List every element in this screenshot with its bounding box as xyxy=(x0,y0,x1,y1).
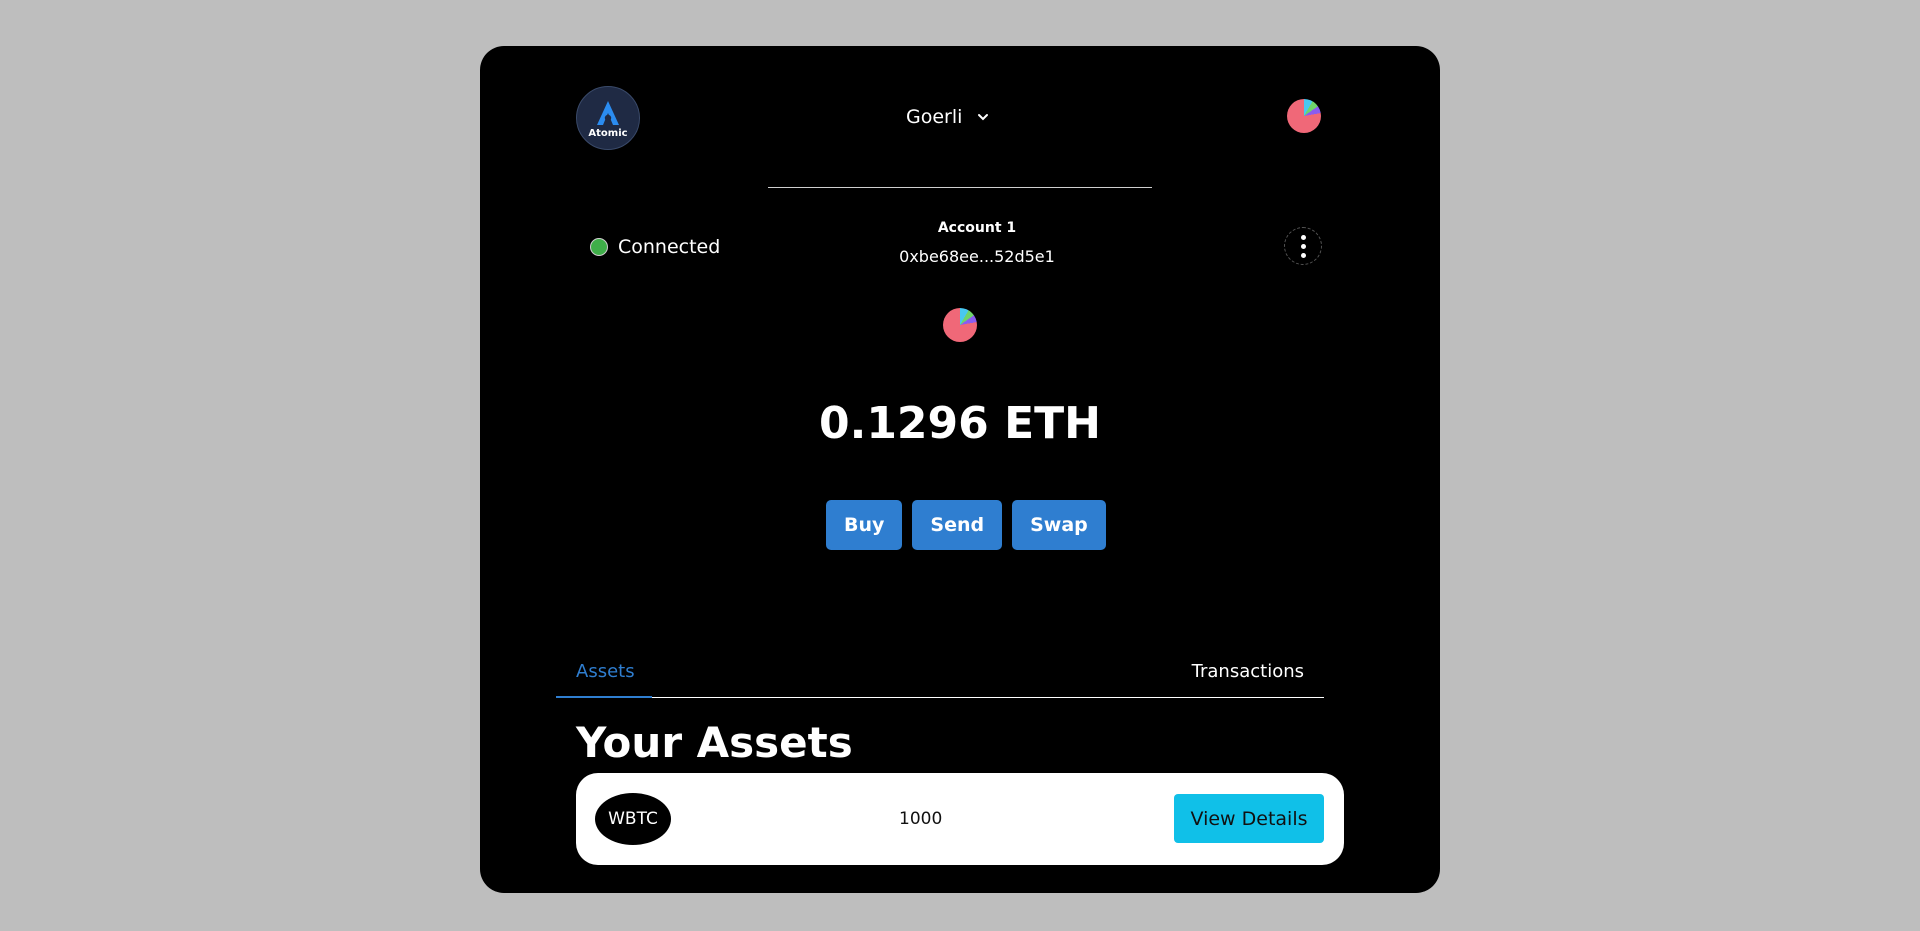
asset-amount: 1000 xyxy=(899,809,943,829)
swap-button[interactable]: Swap xyxy=(1012,500,1106,550)
wallet-panel: Atomic Goerli Connected Account 1 0xbe68… xyxy=(480,46,1440,893)
account-address[interactable]: 0xbe68ee...52d5e1 xyxy=(880,247,1074,266)
connection-status-label: Connected xyxy=(618,236,721,258)
logo-text: Atomic xyxy=(588,128,628,139)
tab-assets[interactable]: Assets xyxy=(576,661,635,682)
connected-dot-icon xyxy=(590,238,608,256)
buy-button[interactable]: Buy xyxy=(826,500,903,550)
header-divider xyxy=(768,187,1152,188)
action-buttons: Buy Send Swap xyxy=(826,500,1106,550)
account-jazzicon-icon xyxy=(943,308,977,342)
account-info: Account 1 0xbe68ee...52d5e1 xyxy=(880,220,1074,266)
asset-symbol-badge: WBTC xyxy=(595,793,671,845)
balance-amount: 0.1296 ETH xyxy=(818,398,1101,449)
menu-dot-icon xyxy=(1300,243,1306,249)
atomic-logo: Atomic xyxy=(576,86,640,150)
asset-row: WBTC 1000 View Details xyxy=(576,773,1344,865)
send-button[interactable]: Send xyxy=(912,500,1003,550)
view-details-button[interactable]: View Details xyxy=(1174,794,1324,843)
tab-bar: Assets Transactions xyxy=(556,643,1324,698)
menu-dot-icon xyxy=(1300,252,1306,258)
account-name: Account 1 xyxy=(937,220,1017,236)
tab-transactions[interactable]: Transactions xyxy=(1192,661,1304,682)
account-avatar-icon[interactable] xyxy=(1287,99,1321,133)
account-menu-button[interactable] xyxy=(1284,227,1322,265)
network-label: Goerli xyxy=(906,106,963,128)
section-title: Your Assets xyxy=(576,718,853,767)
network-selector[interactable]: Goerli xyxy=(906,106,990,128)
active-tab-indicator xyxy=(556,696,652,698)
connection-status: Connected xyxy=(590,236,720,258)
atomic-logo-icon xyxy=(597,101,619,125)
menu-dot-icon xyxy=(1300,234,1306,240)
chevron-down-icon xyxy=(978,114,989,121)
